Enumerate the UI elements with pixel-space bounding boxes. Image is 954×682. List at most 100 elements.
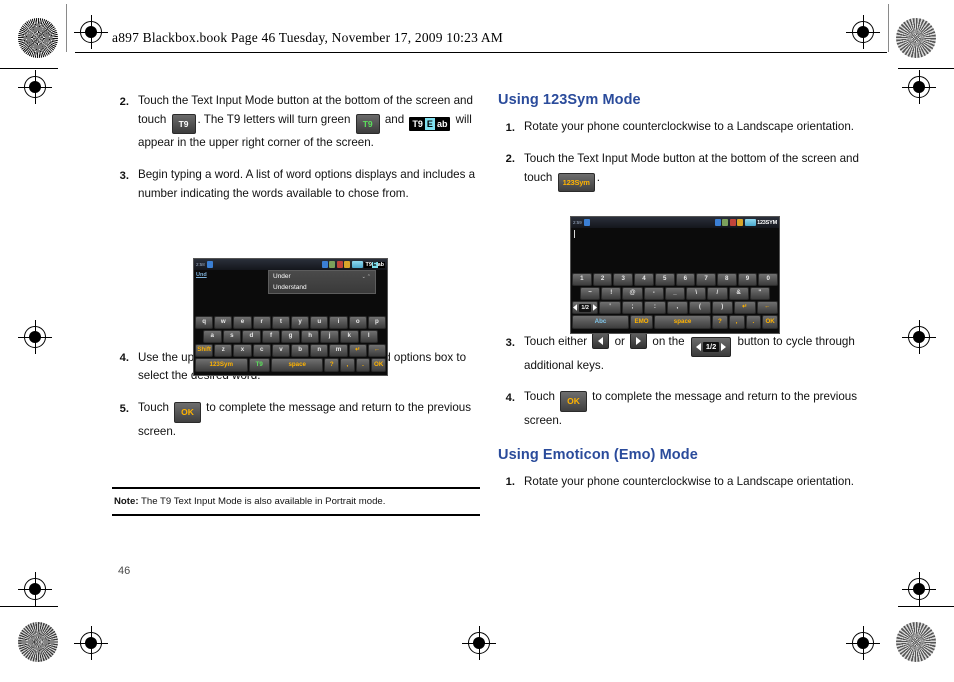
key-1[interactable]: 1 (572, 273, 592, 286)
key-exclaim[interactable]: ! (601, 287, 622, 300)
text-input-area[interactable]: Und ⌄⌃ Under Understand (194, 270, 387, 316)
word-option[interactable]: Understand (269, 282, 375, 293)
signal-icon (329, 261, 336, 268)
key-at[interactable]: @ (622, 287, 643, 300)
key-x[interactable]: x (233, 344, 252, 357)
backspace-key-icon[interactable]: ← (367, 344, 387, 357)
key-e[interactable]: e (233, 316, 252, 329)
registration-mark-bottom-left (18, 572, 52, 606)
key-underscore[interactable]: _ (664, 287, 686, 300)
key-g[interactable]: g (281, 330, 300, 343)
key-8[interactable]: 8 (716, 273, 737, 286)
key-t9[interactable]: T9 (248, 358, 270, 372)
keyboard-row-2: a s d f g h j k l (194, 330, 387, 343)
ok-key-chip[interactable]: OK (560, 391, 587, 412)
word-option[interactable]: Under (269, 271, 375, 282)
key-0[interactable]: 0 (758, 273, 779, 286)
key-5[interactable]: 5 (654, 273, 675, 286)
key-shift[interactable]: Shift (195, 344, 214, 357)
step-number: 1. (505, 476, 515, 489)
key-w[interactable]: w (214, 316, 233, 329)
key-backslash[interactable]: \ (686, 287, 707, 300)
key-period[interactable]: . (355, 358, 371, 372)
key-h[interactable]: h (300, 330, 320, 343)
key-s[interactable]: s (222, 330, 242, 343)
step-number: 2. (505, 153, 515, 166)
right-arrow-key-chip[interactable] (630, 333, 648, 350)
key-6[interactable]: 6 (675, 273, 696, 286)
key-r[interactable]: r (252, 316, 271, 329)
enter-key-icon[interactable]: ↵ (734, 301, 756, 314)
key-space[interactable]: space (654, 315, 712, 329)
key-9[interactable]: 9 (737, 273, 758, 286)
key-d[interactable]: d (242, 330, 261, 343)
key-z[interactable]: z (214, 344, 233, 357)
key-comma[interactable]: , (666, 301, 689, 314)
note-label: Note: (114, 496, 139, 507)
key-slash[interactable]: / (707, 287, 728, 300)
keyboard-row-1: q w e r t y u i o p (194, 316, 387, 329)
key-ok[interactable]: OK (371, 358, 386, 372)
key-a[interactable]: a (203, 330, 222, 343)
t9-green-key-chip[interactable]: T9 (355, 113, 380, 135)
ok-key-chip[interactable]: OK (174, 402, 201, 423)
list-item: 3. Begin typing a word. A list of word o… (112, 166, 480, 204)
key-c[interactable]: c (252, 344, 271, 357)
step-text: Begin typing a word. A list of word opti… (138, 168, 476, 200)
key-period[interactable]: . (745, 315, 762, 329)
key-4[interactable]: 4 (634, 273, 654, 286)
key-l[interactable]: l (359, 330, 379, 343)
key-2[interactable]: 2 (592, 273, 613, 286)
key-y[interactable]: y (291, 316, 310, 329)
key-o[interactable]: o (348, 316, 367, 329)
key-123sym[interactable]: 123Sym (195, 358, 248, 372)
left-arrow-key-chip[interactable] (592, 333, 610, 350)
key-semicolon[interactable]: ; (621, 301, 644, 314)
backspace-key-icon[interactable]: ← (756, 301, 778, 314)
note-box: Note: The T9 Text Input Mode is also ava… (112, 487, 480, 516)
key-m[interactable]: m (329, 344, 348, 357)
key-abc[interactable]: Abc (572, 315, 629, 329)
ab-label: ab (436, 118, 448, 129)
enter-key-icon[interactable]: ↵ (348, 344, 367, 357)
key-comma[interactable]: , (340, 358, 355, 372)
key-b[interactable]: b (291, 344, 310, 357)
key-colon[interactable]: : (644, 301, 666, 314)
key-comma[interactable]: , (728, 315, 745, 329)
key-quote[interactable]: " (749, 287, 770, 300)
key-q[interactable]: q (195, 316, 214, 329)
page-toggle-key-chip[interactable]: 1/2 (690, 337, 732, 357)
key-tilde[interactable]: ~ (580, 287, 601, 300)
e-label: E (424, 117, 435, 130)
page-toggle-key[interactable]: 1/2 (572, 301, 599, 314)
key-j[interactable]: j (320, 330, 339, 343)
key-paren-close[interactable]: ) (711, 301, 734, 314)
123sym-key-chip[interactable]: 123Sym (557, 172, 595, 193)
key-ok[interactable]: OK (762, 315, 778, 329)
key-ampersand[interactable]: & (728, 287, 749, 300)
on-screen-keyboard[interactable]: 1 2 3 4 5 6 7 8 9 0 ~ ! @ - _ \ / & " 1/… (571, 273, 779, 330)
key-question[interactable]: ? (324, 358, 340, 372)
list-item: 2. Touch the Text Input Mode button at t… (112, 92, 480, 153)
t9-key-chip[interactable]: T9 (171, 113, 196, 135)
text-input-area[interactable] (571, 228, 779, 273)
key-f[interactable]: f (261, 330, 281, 343)
key-p[interactable]: p (367, 316, 387, 329)
key-paren-open[interactable]: ( (689, 301, 711, 314)
key-u[interactable]: u (310, 316, 329, 329)
word-options-box[interactable]: ⌄⌃ Under Understand (268, 270, 376, 294)
battery-icon (744, 219, 756, 226)
key-hyphen[interactable]: - (643, 287, 664, 300)
key-7[interactable]: 7 (696, 273, 716, 286)
key-t[interactable]: t (271, 316, 291, 329)
key-k[interactable]: k (339, 330, 359, 343)
key-question[interactable]: ? (712, 315, 728, 329)
key-3[interactable]: 3 (613, 273, 634, 286)
key-emo[interactable]: EMO (629, 315, 654, 329)
key-v[interactable]: v (271, 344, 291, 357)
key-i[interactable]: i (329, 316, 348, 329)
key-space[interactable]: space (270, 358, 324, 372)
on-screen-keyboard[interactable]: q w e r t y u i o p a s d f g h j k l Sh… (194, 316, 387, 373)
key-apostrophe[interactable]: ' (599, 301, 621, 314)
key-n[interactable]: n (310, 344, 329, 357)
